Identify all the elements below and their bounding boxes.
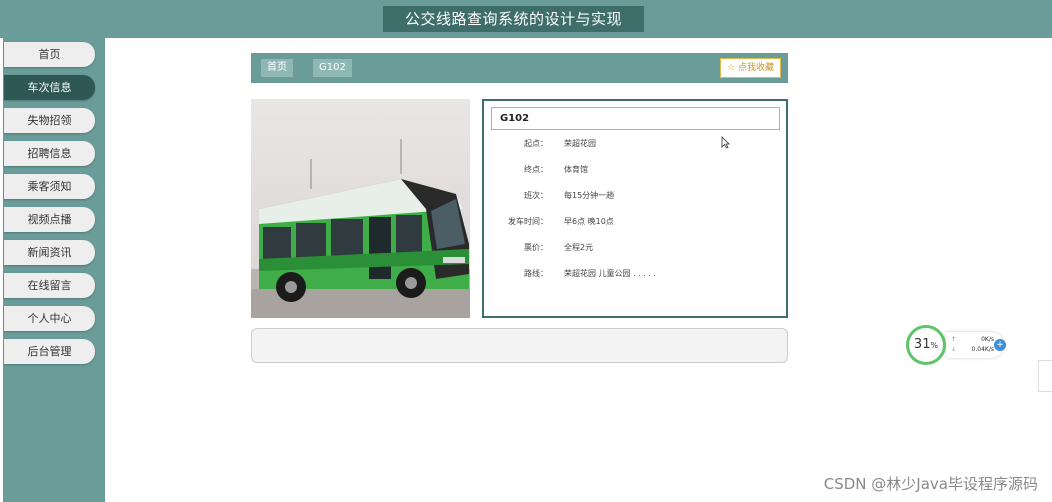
side-scroll-tab[interactable] [1038, 360, 1052, 392]
usage-percent: 31 [913, 337, 931, 352]
field-value: 每15分钟一趟 [564, 191, 615, 200]
field-start: 起点： 荣超花园 [484, 137, 784, 151]
bus-image [251, 99, 470, 318]
download-speed: 0.04K/s [971, 346, 994, 353]
page: 公交线路查询系统的设计与实现 首页 车次信息 失物招领 招聘信息 乘客须知 视频… [0, 0, 1052, 502]
watermark: CSDN @林少Java毕设程序源码 [823, 475, 1038, 493]
field-value: 全程2元 [564, 243, 594, 252]
field-fare: 票价： 全程2元 [484, 241, 784, 255]
upload-arrow-icon: ↑ [951, 336, 957, 343]
usage-percent-unit: % [930, 341, 939, 350]
field-value: 体育馆 [564, 165, 588, 174]
sidebar-item-home[interactable]: 首页 [4, 42, 95, 67]
sidebar-item-lost-found[interactable]: 失物招领 [4, 108, 95, 133]
field-label: 发车时间： [508, 217, 548, 226]
breadcrumb-home[interactable]: 首页 [261, 59, 293, 77]
field-frequency: 班次： 每15分钟一趟 [484, 189, 784, 203]
field-label: 票价： [524, 243, 548, 252]
field-end: 终点： 体育馆 [484, 163, 784, 177]
field-label: 起点： [524, 139, 548, 148]
field-value: 荣超花园 [564, 139, 596, 148]
favorite-button[interactable]: ☆ 点我收藏 [720, 58, 781, 78]
bus-detail-panel: G102 起点： 荣超花园 终点： 体育馆 班次： 每15分钟一趟 发车时间： … [482, 99, 788, 318]
boost-icon[interactable]: + [994, 339, 1006, 351]
sidebar-item-profile[interactable]: 个人中心 [4, 306, 95, 331]
field-label: 路线： [524, 269, 548, 278]
mouse-cursor-icon [721, 134, 730, 153]
field-label: 终点： [524, 165, 548, 174]
sidebar-item-news[interactable]: 新闻资讯 [4, 240, 95, 265]
sidebar-item-message[interactable]: 在线留言 [4, 273, 95, 298]
route-name: G102 [491, 107, 780, 130]
sidebar-item-admin[interactable]: 后台管理 [4, 339, 95, 364]
sidebar-item-recruitment[interactable]: 招聘信息 [4, 141, 95, 166]
network-speed-widget[interactable]: ↑ 0K/s ↓ 0.04K/s + 31% [906, 325, 1011, 365]
sidebar-item-passenger-notice[interactable]: 乘客须知 [4, 174, 95, 199]
site-title: 公交线路查询系统的设计与实现 [383, 6, 644, 32]
field-label: 班次： [524, 191, 548, 200]
bus-photo [251, 99, 470, 318]
content-placeholder-box [251, 328, 788, 363]
field-route: 路线： 荣超花园 儿童公园 . . . . . [484, 267, 784, 281]
download-arrow-icon: ↓ [951, 346, 957, 353]
sidebar: 首页 车次信息 失物招领 招聘信息 乘客须知 视频点播 新闻资讯 在线留言 个人… [3, 38, 105, 502]
sidebar-item-bus-info[interactable]: 车次信息 [4, 75, 95, 100]
field-value: 早6点 晚10点 [564, 217, 614, 226]
field-value: 荣超花园 儿童公园 . . . . . [564, 269, 656, 278]
top-header: 公交线路查询系统的设计与实现 [0, 0, 1052, 38]
breadcrumb-current: G102 [313, 59, 352, 77]
upload-speed: 0K/s [981, 336, 994, 343]
field-departure-time: 发车时间： 早6点 晚10点 [484, 215, 784, 229]
sidebar-item-video[interactable]: 视频点播 [4, 207, 95, 232]
usage-ring: 31% [906, 325, 946, 365]
breadcrumb: 首页 G102 ☆ 点我收藏 [251, 53, 788, 83]
